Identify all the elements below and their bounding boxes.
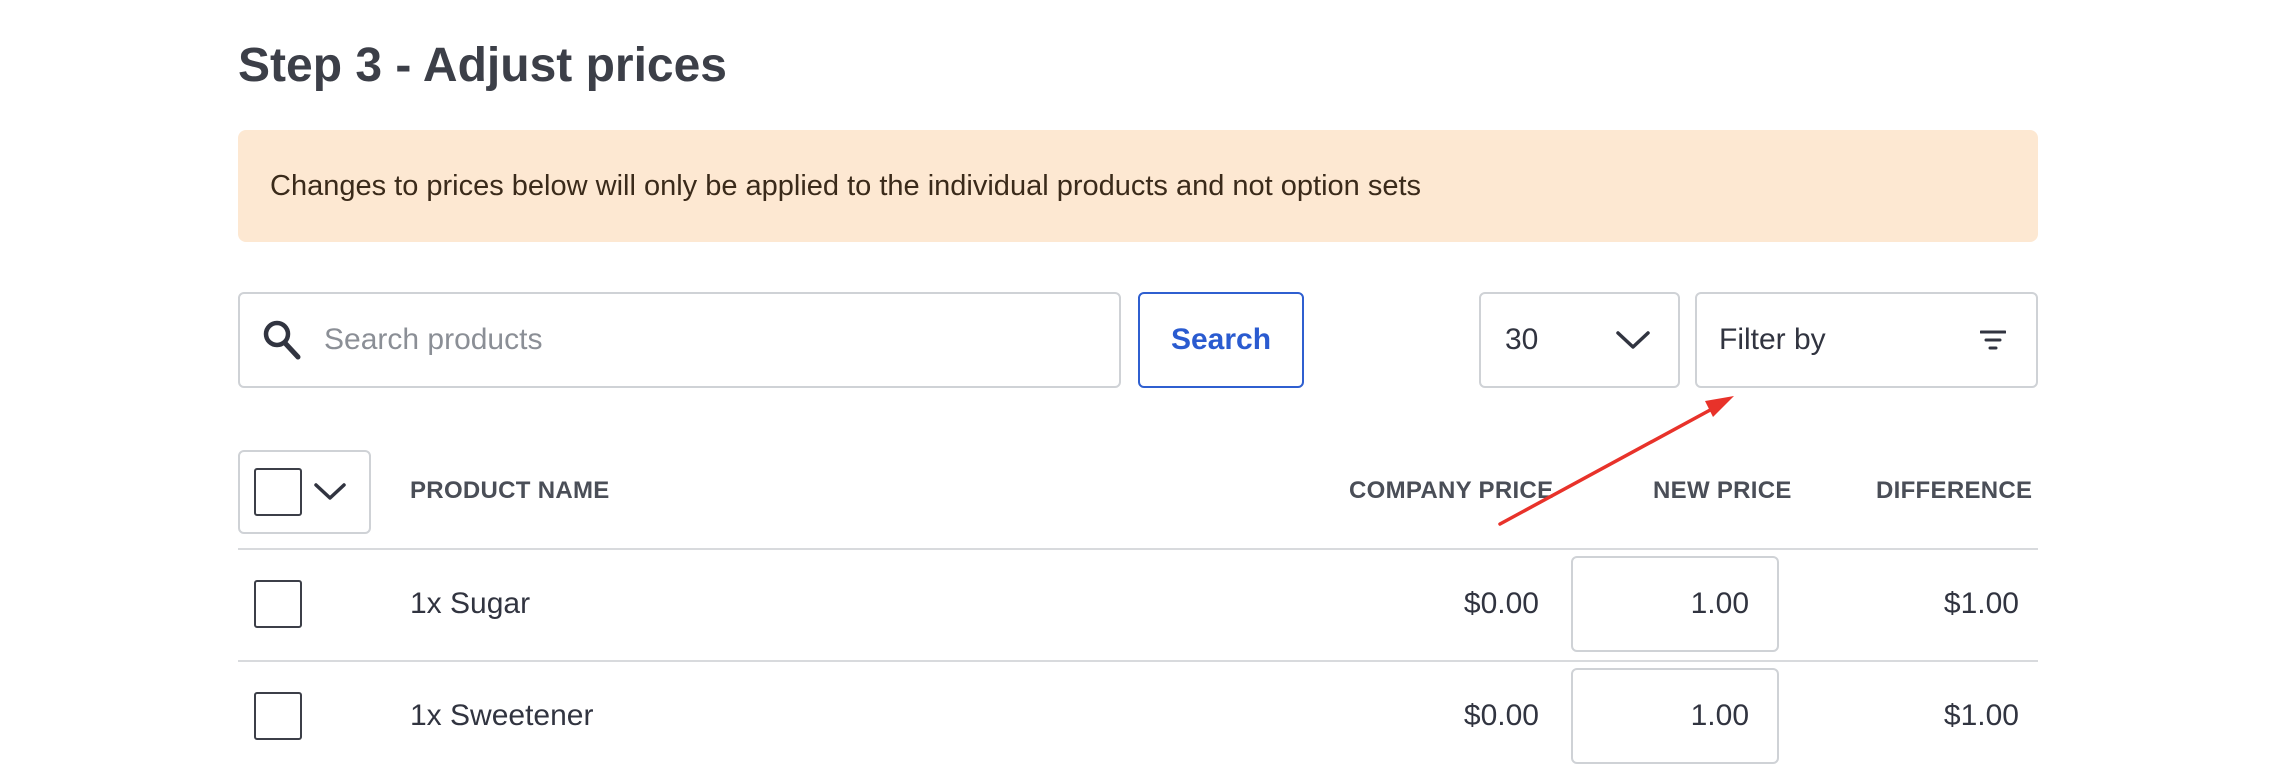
column-header-new-price[interactable]: NEW PRICE <box>1653 476 1792 506</box>
search-input[interactable] <box>322 299 1119 381</box>
company-price: $0.00 <box>1463 699 1539 732</box>
row-checkbox[interactable] <box>254 692 302 740</box>
notice-text: Changes to prices below will only be app… <box>270 169 1422 202</box>
company-price: $0.00 <box>1463 587 1539 620</box>
column-header-company-price[interactable]: COMPANY PRICE <box>1349 476 1553 506</box>
price-difference: $1.00 <box>1943 587 2019 620</box>
select-all-control[interactable] <box>238 450 371 534</box>
price-difference: $1.00 <box>1943 699 2019 732</box>
filter-by-dropdown[interactable]: Filter by <box>1695 292 2038 388</box>
column-header-product-name[interactable]: PRODUCT NAME <box>410 476 610 506</box>
row-checkbox[interactable] <box>254 580 302 628</box>
chevron-down-icon[interactable] <box>314 482 346 502</box>
page-title: Step 3 - Adjust prices <box>238 39 727 92</box>
product-name: 1x Sweetener <box>410 699 594 732</box>
row-divider <box>238 660 2038 662</box>
search-button[interactable]: Search <box>1138 292 1304 388</box>
filter-by-label: Filter by <box>1719 323 1826 356</box>
page-size-select[interactable]: 30 <box>1479 292 1680 388</box>
new-price-input[interactable] <box>1571 556 1779 652</box>
search-field[interactable] <box>238 292 1121 388</box>
select-all-checkbox[interactable] <box>254 468 302 516</box>
column-header-difference[interactable]: DIFFERENCE <box>1876 476 2032 506</box>
header-divider <box>238 548 2038 550</box>
chevron-down-icon <box>1616 331 1650 349</box>
page-size-value: 30 <box>1505 323 1539 356</box>
product-name: 1x Sugar <box>410 587 531 620</box>
new-price-input[interactable] <box>1571 668 1779 764</box>
search-icon <box>263 320 301 360</box>
filter-icon <box>1980 330 2006 350</box>
notice-banner: Changes to prices below will only be app… <box>238 130 2038 242</box>
